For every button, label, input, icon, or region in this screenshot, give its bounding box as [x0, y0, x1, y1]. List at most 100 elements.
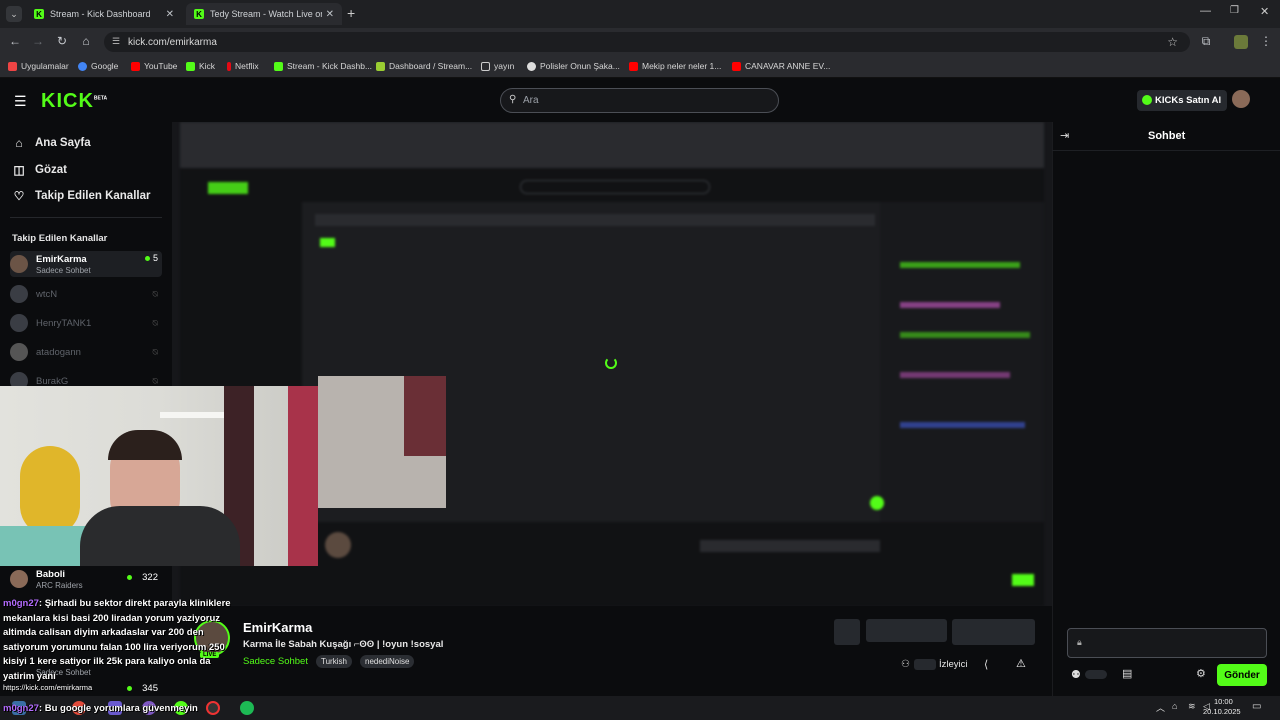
send-button[interactable]: Gönder: [1217, 664, 1267, 686]
globe-icon: [527, 61, 536, 71]
dashboard-icon: [376, 61, 385, 71]
channel-category: Sadece Sohbet: [36, 265, 91, 275]
bookmark-stream-dashboard[interactable]: Stream - Kick Dashb...: [274, 61, 372, 71]
live-dot-icon: [145, 256, 150, 261]
netflix-icon: [227, 61, 231, 71]
offline-icon: ⍉: [152, 375, 158, 386]
tag-turkish[interactable]: Turkish: [316, 655, 352, 668]
bookmark-canavar[interactable]: CANAVAR ANNE EV...: [732, 61, 830, 71]
bookmark-netflix[interactable]: Netflix: [227, 61, 259, 71]
collapse-chat-icon[interactable]: ⇥: [1060, 129, 1069, 142]
store-icon[interactable]: ▤: [1122, 667, 1132, 680]
tab-search-icon[interactable]: ⌄: [6, 6, 22, 22]
action-button-placeholder[interactable]: [834, 619, 860, 645]
notification-icon[interactable]: ▭: [1252, 701, 1261, 712]
hamburger-menu-icon[interactable]: ☰: [14, 93, 27, 110]
buy-kicks-button[interactable]: KICKs Satın Al: [1137, 90, 1227, 111]
clock-time[interactable]: 10:00: [1214, 697, 1233, 706]
chat-title: Sohbet: [1148, 130, 1186, 142]
tray-chevron-icon[interactable]: ︿: [1156, 701, 1165, 714]
bookmark-dashboard[interactable]: Dashboard / Stream...: [376, 61, 472, 71]
kick-favicon-icon: K: [194, 9, 204, 19]
channel-item-wtcn[interactable]: wtcN ⍉: [10, 281, 162, 307]
user-avatar[interactable]: [1232, 90, 1250, 108]
channel-name: BurakG: [36, 375, 69, 387]
url-text: kick.com/emirkarma: [128, 36, 217, 48]
taskbar-app-icon[interactable]: [206, 701, 220, 715]
viewer-count: 345: [142, 683, 158, 694]
tag-nedediNoise[interactable]: nedediNoise: [360, 655, 415, 668]
channel-name: Baboli: [36, 568, 66, 580]
channel-name: atadogann: [36, 346, 81, 358]
address-bar[interactable]: ☰ kick.com/emirkarma ☆: [104, 32, 1190, 52]
bookmark-youtube[interactable]: YouTube: [131, 61, 177, 71]
channel-name: EmirKarma: [36, 253, 87, 265]
network-icon[interactable]: ⌂: [1172, 701, 1177, 711]
search-input[interactable]: ⚲ Ara: [500, 88, 779, 113]
channel-item-atadogann[interactable]: atadogann ⍉: [10, 339, 162, 365]
bookmark-apps[interactable]: Uygulamalar: [8, 61, 69, 71]
emote-placeholder: [1085, 670, 1107, 679]
kick-icon: [186, 61, 195, 71]
settings-gear-icon[interactable]: ⚙: [1196, 667, 1206, 680]
forward-icon[interactable]: →: [30, 34, 46, 48]
emote-icon[interactable]: ⚉: [1071, 668, 1081, 681]
home-icon[interactable]: ⌂: [78, 34, 94, 48]
action-button-placeholder[interactable]: [866, 619, 947, 642]
streamer-name[interactable]: EmirKarma: [243, 620, 312, 635]
offline-icon: ⍉: [152, 317, 158, 328]
new-tab-icon[interactable]: +: [347, 5, 355, 21]
bookmark-polisler[interactable]: Polisler Onun Şaka...: [527, 61, 620, 71]
avatar: [10, 343, 28, 361]
close-tab-icon[interactable]: ✕: [166, 9, 174, 20]
viewer-count: 322: [142, 572, 158, 583]
folder-icon: [481, 61, 490, 71]
lock-icon: 🔒︎: [1077, 637, 1082, 647]
follow-button-placeholder[interactable]: [952, 619, 1035, 645]
site-info-icon[interactable]: ☰: [112, 36, 120, 47]
profile-icon[interactable]: [1234, 35, 1248, 49]
stream-title: Karma İle Sabah Kuşağı ⌐ʘʘ | !oyun !sosy…: [243, 639, 444, 650]
minimize-icon[interactable]: —: [1200, 5, 1211, 17]
browser-tab-active[interactable]: K Tedy Stream - Watch Live on Ki ✕: [186, 3, 342, 25]
sidebar-divider: [10, 217, 162, 218]
report-icon[interactable]: ⚠: [1016, 657, 1026, 670]
overlay-url: https://kick.com/emirkarma: [3, 683, 93, 692]
viewers-icon: ⚇: [901, 659, 910, 670]
nav-following[interactable]: ♡ Takip Edilen Kanallar: [12, 189, 151, 203]
home-icon: ⌂: [15, 136, 23, 150]
bookmark-kick[interactable]: Kick: [186, 61, 215, 71]
secondary-cam-curtain: [404, 376, 446, 456]
nav-home[interactable]: ⌂ Ana Sayfa: [12, 136, 90, 150]
chat-message-input[interactable]: 🔒︎: [1067, 628, 1267, 658]
viewers-label: İzleyici: [939, 659, 968, 670]
bookmark-yayin[interactable]: yayın: [481, 61, 514, 71]
reload-icon[interactable]: ↻: [54, 34, 70, 48]
stream-category[interactable]: Sadece Sohbet: [243, 656, 308, 667]
wifi-icon[interactable]: ≋: [1188, 701, 1196, 712]
spotify-icon[interactable]: [240, 701, 254, 715]
overlay-username: m0gn27: [3, 598, 39, 609]
clock-date[interactable]: 20.10.2025: [1203, 707, 1241, 716]
bookmark-mekip[interactable]: Mekip neler neler 1...: [629, 61, 721, 71]
share-icon[interactable]: ⟨: [984, 658, 988, 671]
extensions-icon[interactable]: ⧉: [1198, 34, 1214, 49]
close-tab-icon[interactable]: ✕: [326, 9, 334, 20]
bookmark-google[interactable]: Google: [78, 61, 118, 71]
overlay-username: m0gn27: [3, 703, 39, 714]
browser-tab-dashboard[interactable]: K Stream - Kick Dashboard ✕: [26, 3, 182, 25]
tab-title: Tedy Stream - Watch Live on Ki: [210, 9, 322, 19]
channel-item-emirkarma[interactable]: EmirKarma Sadece Sohbet 5: [10, 251, 162, 277]
search-placeholder: Ara: [523, 95, 539, 106]
bookmark-star-icon[interactable]: ☆: [1167, 35, 1178, 49]
channel-item-baboli[interactable]: Baboli ARC Raiders 322: [10, 566, 162, 592]
menu-dots-icon[interactable]: ⋮: [1258, 34, 1274, 48]
kick-logo[interactable]: KICKBETA: [41, 90, 107, 113]
restore-icon[interactable]: ❐: [1230, 5, 1239, 16]
channel-item-henrytank1[interactable]: HenryTANK1 ⍉: [10, 310, 162, 336]
compass-icon: ◫: [13, 163, 25, 177]
back-icon[interactable]: ←: [7, 34, 23, 48]
youtube-icon: [629, 61, 638, 71]
close-window-icon[interactable]: ✕: [1260, 5, 1269, 18]
nav-browse[interactable]: ◫ Gözat: [12, 163, 67, 177]
